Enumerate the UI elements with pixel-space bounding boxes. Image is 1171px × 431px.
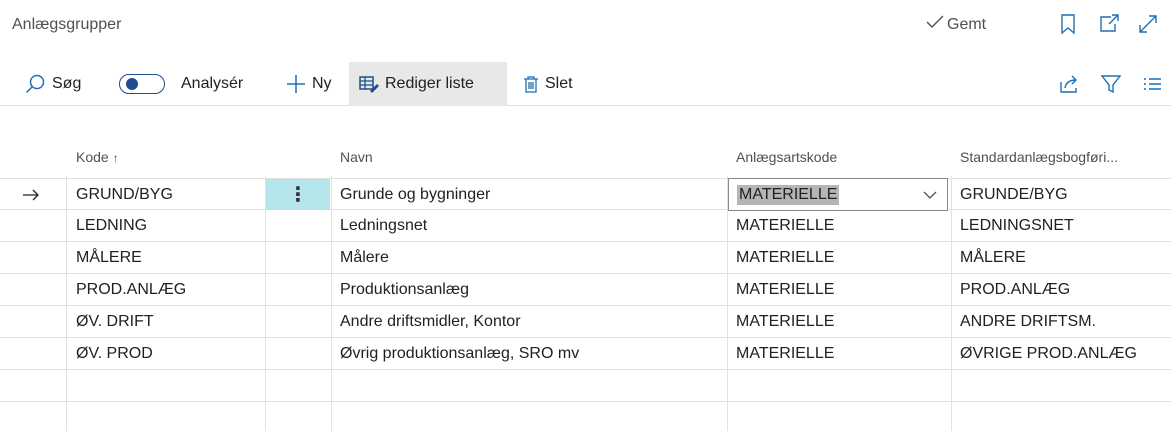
cell-kode[interactable]: ØV. DRIFT [76, 306, 154, 337]
cell-standard[interactable]: ANDRE DRIFTSM. [960, 306, 1096, 337]
sort-ascending-icon: ↑ [112, 151, 119, 165]
table-row[interactable]: PROD.ANLÆG Produktionsanlæg MATERIELLE P… [0, 274, 1171, 306]
trash-icon [523, 75, 539, 93]
cell-anlaegsartskode[interactable]: MATERIELLE [736, 306, 834, 337]
column-divider [66, 176, 67, 431]
search-label: Søg [52, 75, 82, 92]
share-icon[interactable] [1057, 72, 1081, 96]
search-button[interactable]: Søg [24, 62, 81, 106]
cell-standard[interactable]: ØVRIGE PROD.ANLÆG [960, 338, 1137, 369]
more-vertical-icon[interactable]: ⋮ [266, 179, 330, 210]
cell-kode[interactable]: ØV. PROD [76, 338, 153, 369]
column-divider [951, 176, 952, 431]
cell-kode[interactable]: GRUND/BYG [76, 179, 173, 210]
cell-standard[interactable]: LEDNINGSNET [960, 210, 1074, 241]
plus-icon [286, 74, 306, 94]
page-title: Anlægsgrupper [12, 16, 122, 33]
list-view-icon[interactable] [1140, 72, 1164, 96]
delete-label: Slet [545, 75, 573, 92]
column-divider [265, 176, 266, 431]
cell-navn[interactable]: Grunde og bygninger [340, 179, 490, 210]
cell-anlaegsartskode[interactable]: MATERIELLE [736, 210, 834, 241]
saved-status: Gemt [926, 15, 986, 34]
cell-anlaegsartskode[interactable]: MATERIELLE [736, 274, 834, 305]
column-divider [727, 176, 728, 431]
anlaegsartskode-dropdown[interactable]: MATERIELLE [728, 178, 948, 211]
new-label: Ny [312, 75, 332, 92]
cell-kode[interactable]: PROD.ANLÆG [76, 274, 186, 305]
table-row[interactable]: LEDNING Ledningsnet MATERIELLE LEDNINGSN… [0, 210, 1171, 242]
column-header-navn[interactable]: Navn [340, 149, 373, 165]
toggle-switch[interactable] [119, 74, 165, 94]
cell-kode[interactable]: LEDNING [76, 210, 147, 241]
expand-icon[interactable] [1136, 12, 1160, 36]
chevron-down-icon[interactable] [923, 187, 937, 205]
filter-icon[interactable] [1099, 72, 1123, 96]
cell-navn[interactable]: Øvrig produktionsanlæg, SRO mv [340, 338, 579, 369]
edit-list-label: Rediger liste [385, 75, 474, 92]
column-header-kode[interactable]: Kode ↑ [76, 149, 119, 165]
bookmark-icon[interactable] [1056, 12, 1080, 36]
dropdown-value[interactable]: MATERIELLE [737, 185, 840, 205]
cell-anlaegsartskode[interactable]: MATERIELLE [736, 242, 834, 273]
table-row-empty[interactable] [0, 370, 1171, 402]
cell-anlaegsartskode[interactable]: MATERIELLE [736, 338, 834, 369]
page-header: Anlægsgrupper Gemt [0, 0, 1171, 52]
table-row[interactable]: MÅLERE Målere MATERIELLE MÅLERE [0, 242, 1171, 274]
cell-navn[interactable]: Andre driftsmidler, Kontor [340, 306, 521, 337]
new-button[interactable]: Ny [286, 62, 332, 106]
action-bar: Søg Analysér Ny Rediger liste Slet [0, 62, 1171, 106]
open-in-new-window-icon[interactable] [1097, 12, 1121, 36]
cell-standard[interactable]: MÅLERE [960, 242, 1026, 273]
table-row[interactable]: GRUND/BYG ⋮ Grunde og bygninger MATERIEL… [0, 178, 1171, 211]
cell-standard[interactable]: GRUNDE/BYG [960, 179, 1068, 210]
cell-kode[interactable]: MÅLERE [76, 242, 142, 273]
analyze-toggle[interactable]: Analysér [119, 62, 243, 106]
column-headers: Kode ↑ Navn Anlægsartskode Standardanlæg… [0, 138, 1171, 178]
check-icon [926, 15, 944, 34]
edit-list-button[interactable]: Rediger liste [349, 62, 507, 106]
column-header-standardanlaegsbogforing[interactable]: Standardanlægsbogføri... [960, 149, 1118, 165]
cell-navn[interactable]: Målere [340, 242, 389, 273]
column-divider [331, 176, 332, 431]
arrow-right-icon [22, 179, 40, 210]
cell-navn[interactable]: Ledningsnet [340, 210, 427, 241]
table-row-empty[interactable] [0, 402, 1171, 431]
column-header-anlaegsartskode[interactable]: Anlægsartskode [736, 149, 837, 165]
search-icon [24, 73, 46, 95]
table-row[interactable]: ØV. PROD Øvrig produktionsanlæg, SRO mv … [0, 338, 1171, 370]
table-row[interactable]: ØV. DRIFT Andre driftsmidler, Kontor MAT… [0, 306, 1171, 338]
delete-button[interactable]: Slet [523, 62, 573, 106]
cell-standard[interactable]: PROD.ANLÆG [960, 274, 1070, 305]
edit-list-icon [359, 75, 379, 93]
saved-label: Gemt [947, 15, 987, 33]
analyze-label: Analysér [181, 75, 244, 92]
cell-navn[interactable]: Produktionsanlæg [340, 274, 469, 305]
